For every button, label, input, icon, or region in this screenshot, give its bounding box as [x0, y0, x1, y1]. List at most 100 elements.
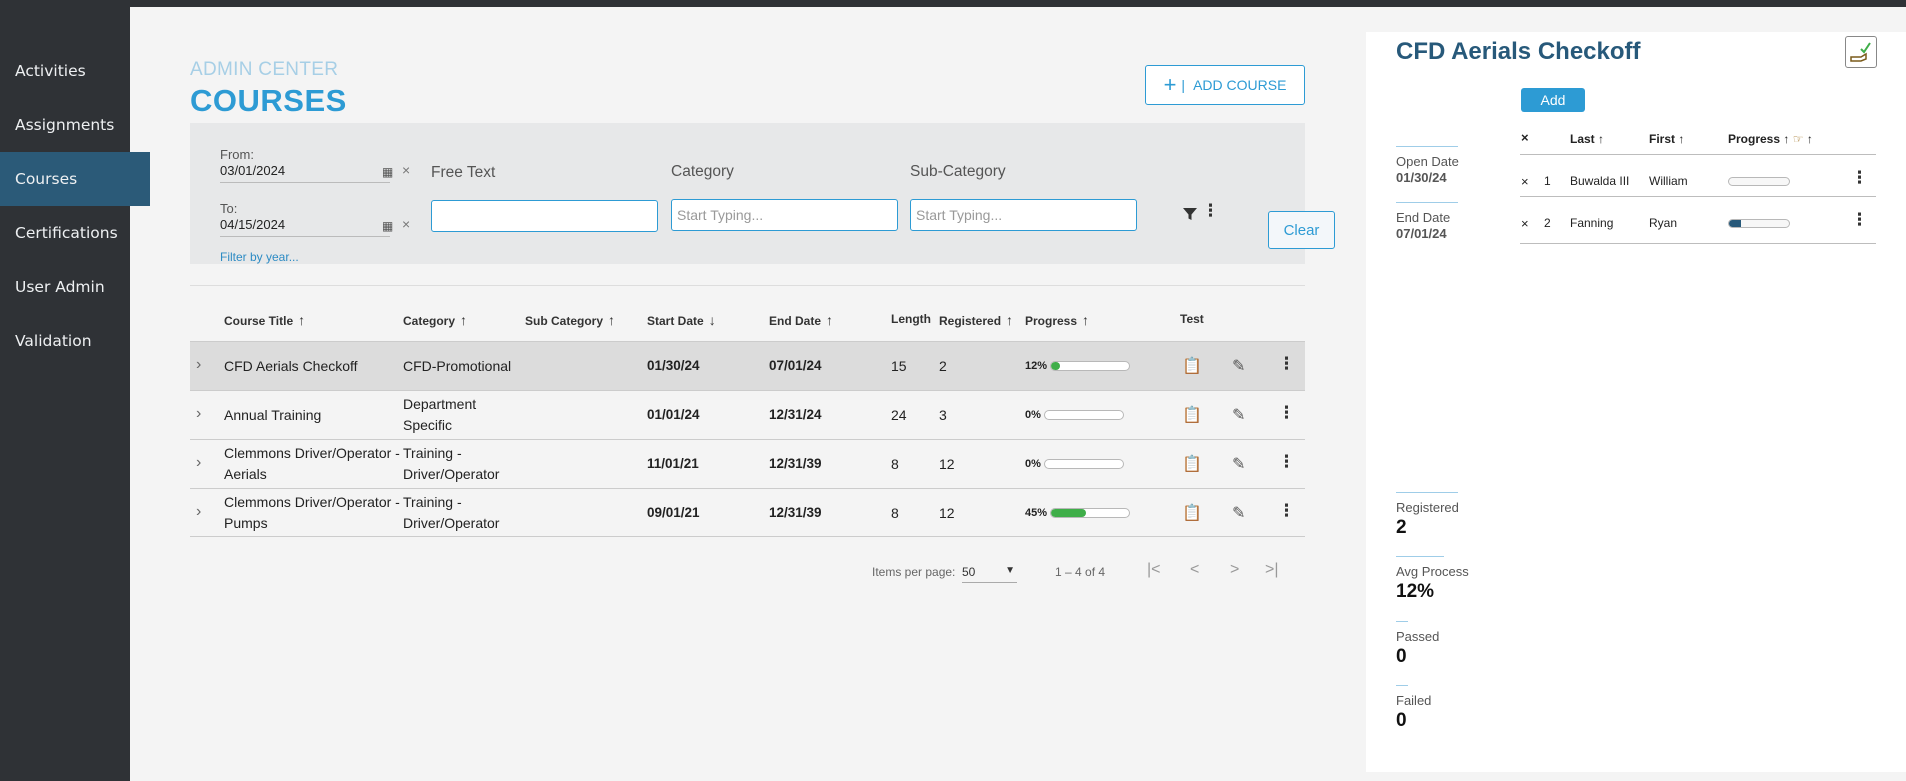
filter-by-year-link[interactable]: Filter by year...	[220, 250, 299, 264]
more-vert-icon[interactable]: ⋮	[1202, 201, 1219, 221]
course-category: Department Specific	[403, 396, 477, 433]
start-date: 09/01/21	[647, 505, 700, 520]
col-category[interactable]: Category ↑	[403, 312, 467, 328]
edit-icon[interactable]: ✎	[1232, 405, 1245, 425]
clear-from-icon[interactable]: ×	[402, 162, 410, 178]
sidebar-item-certifications[interactable]: Certifications	[0, 206, 150, 260]
to-date-input[interactable]: 04/15/2024	[220, 217, 390, 237]
col-registered[interactable]: Registered ↑	[939, 312, 1013, 328]
open-date-label: Open Date	[1396, 154, 1459, 169]
divider	[1520, 154, 1876, 155]
passed-label: Passed	[1396, 629, 1440, 644]
chevron-right-icon[interactable]: ›	[196, 405, 201, 423]
sort-arrow-icon: ↑	[826, 312, 834, 328]
prev-page-icon[interactable]: <	[1190, 561, 1199, 579]
first-page-icon[interactable]: |<	[1147, 561, 1161, 579]
more-vert-icon[interactable]: ⋮	[1278, 452, 1295, 472]
button-separator: |	[1181, 77, 1186, 93]
length: 8	[891, 456, 899, 472]
close-all-icon[interactable]: ×	[1521, 130, 1529, 145]
divider	[1396, 685, 1408, 686]
last-page-icon[interactable]: >|	[1265, 561, 1279, 579]
end-date-value: 07/01/24	[1396, 226, 1447, 241]
remove-participant-icon[interactable]: ×	[1521, 174, 1529, 189]
col-first[interactable]: First ↑	[1649, 132, 1684, 146]
more-vert-icon[interactable]: ⋮	[1851, 210, 1868, 230]
edit-icon[interactable]: ✎	[1232, 356, 1245, 376]
remove-participant-icon[interactable]: ×	[1521, 216, 1529, 231]
col-sub-category[interactable]: Sub Category ↑	[525, 312, 615, 328]
sidebar-item-activities[interactable]: Activities	[0, 44, 150, 98]
more-vert-icon[interactable]: ⋮	[1278, 354, 1295, 374]
clear-button[interactable]: Clear	[1268, 211, 1335, 249]
more-vert-icon[interactable]: ⋮	[1278, 501, 1295, 521]
plus-icon: +	[1163, 72, 1177, 97]
course-category: Training - Driver/Operator	[403, 494, 500, 531]
course-title: Clemmons Driver/Operator - Pumps	[224, 494, 400, 531]
avg-process-label: Avg Process	[1396, 564, 1469, 579]
col-start-date[interactable]: Start Date ↓	[647, 312, 716, 328]
items-per-page-select[interactable]: 50 ▼	[962, 565, 1017, 583]
sidebar-item-user-admin[interactable]: User Admin	[0, 260, 150, 314]
edit-icon[interactable]: ✎	[1232, 454, 1245, 474]
chevron-down-icon: ▼	[1005, 565, 1015, 576]
free-text-label: Free Text	[431, 164, 496, 181]
divider	[1396, 146, 1458, 147]
table-row[interactable]: › Annual Training Department Specific 01…	[190, 390, 1305, 439]
category-input[interactable]: Start Typing...	[671, 199, 898, 231]
col-course-title[interactable]: Course Title ↑	[224, 312, 305, 328]
col-progress[interactable]: Progress ↑ ☞ ↑	[1728, 132, 1813, 146]
sort-arrow-icon: ↑	[460, 312, 468, 328]
more-vert-icon[interactable]: ⋮	[1278, 403, 1295, 423]
failed-label: Failed	[1396, 693, 1432, 708]
sidebar-item-validation[interactable]: Validation	[0, 314, 150, 368]
checkoff-icon[interactable]	[1845, 36, 1877, 68]
chevron-right-icon[interactable]: ›	[196, 356, 201, 374]
table-row[interactable]: › CFD Aerials Checkoff CFD-Promotional 0…	[190, 341, 1305, 390]
sidebar-item-courses[interactable]: Courses	[0, 152, 150, 206]
more-vert-icon[interactable]: ⋮	[1851, 168, 1868, 188]
filter-icon[interactable]	[1182, 206, 1198, 227]
table-row[interactable]: › Clemmons Driver/Operator - Pumps Train…	[190, 488, 1305, 537]
end-date: 12/31/39	[769, 456, 822, 471]
clipboard-icon[interactable]: 📋	[1182, 405, 1202, 425]
open-date-value: 01/30/24	[1396, 170, 1447, 185]
edit-icon[interactable]: ✎	[1232, 503, 1245, 523]
chevron-right-icon[interactable]: ›	[196, 454, 201, 472]
calendar-icon[interactable]: ▦	[382, 219, 393, 233]
col-progress[interactable]: Progress ↑	[1025, 312, 1089, 328]
divider	[1396, 492, 1458, 493]
free-text-input[interactable]	[431, 200, 658, 232]
clipboard-check-icon[interactable]: 📋	[1182, 503, 1202, 523]
main-content: ADMIN CENTER COURSES + | ADD COURSE From…	[130, 7, 1365, 781]
length: 15	[891, 358, 907, 374]
col-test: Test	[1180, 312, 1204, 326]
sort-arrow-icon: ↑	[1678, 132, 1685, 146]
progress-fill	[1729, 220, 1741, 227]
progress-bar	[1050, 361, 1130, 371]
clipboard-icon[interactable]: 📋	[1182, 454, 1202, 474]
course-category: CFD-Promotional	[403, 358, 512, 374]
add-participant-button[interactable]: Add	[1521, 88, 1585, 112]
participant-progress-bar	[1728, 219, 1790, 228]
participant-last: Fanning	[1570, 216, 1614, 230]
course-category: Training - Driver/Operator	[403, 445, 500, 482]
from-date-input[interactable]: 03/01/2024	[220, 163, 390, 183]
clipboard-icon[interactable]: 📋	[1182, 356, 1202, 376]
divider	[1396, 621, 1408, 622]
calendar-icon[interactable]: ▦	[382, 165, 393, 179]
table-row[interactable]: › Clemmons Driver/Operator - Aerials Tra…	[190, 439, 1305, 488]
sidebar-item-assignments[interactable]: Assignments	[0, 98, 150, 152]
clear-to-icon[interactable]: ×	[402, 216, 410, 232]
detail-title: CFD Aerials Checkoff	[1396, 38, 1641, 65]
col-end-date[interactable]: End Date ↑	[769, 312, 833, 328]
progress-fill	[1051, 362, 1061, 370]
subcategory-input[interactable]: Start Typing...	[910, 199, 1137, 231]
failed-value: 0	[1396, 710, 1407, 731]
chevron-right-icon[interactable]: ›	[196, 503, 201, 521]
items-per-page-label: Items per page:	[872, 565, 956, 579]
add-course-button[interactable]: + | ADD COURSE	[1145, 65, 1305, 105]
col-last[interactable]: Last ↑	[1570, 132, 1604, 146]
participant-num: 1	[1544, 174, 1551, 188]
next-page-icon[interactable]: >	[1230, 561, 1239, 579]
